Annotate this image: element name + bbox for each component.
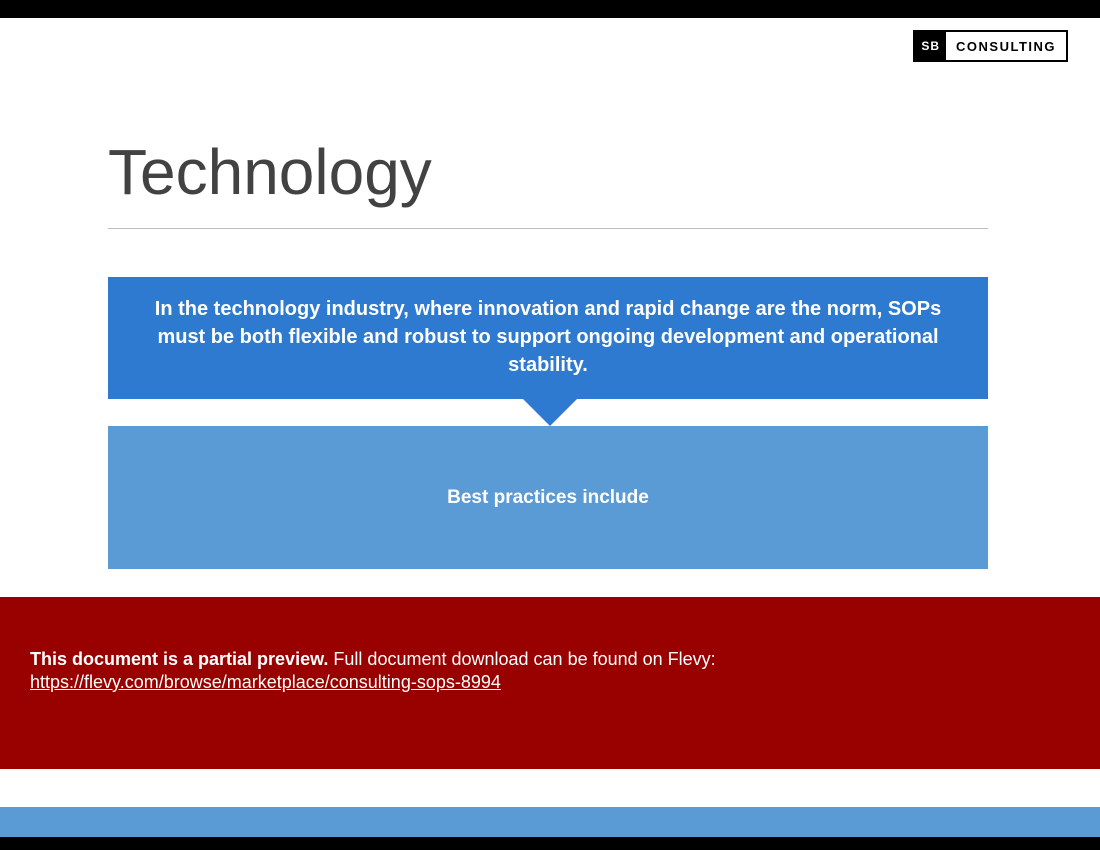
title-underline: [108, 228, 988, 229]
page-title: Technology: [108, 135, 432, 209]
preview-rest: Full document download can be found on F…: [328, 649, 715, 669]
practices-box: Best practices include: [108, 426, 988, 569]
footer-white: [0, 769, 1100, 807]
preview-link[interactable]: https://flevy.com/browse/marketplace/con…: [30, 672, 501, 693]
logo-text: CONSULTING: [946, 32, 1066, 60]
logo-badge: SB: [915, 32, 946, 60]
preview-banner: This document is a partial preview. Full…: [0, 597, 1100, 769]
footer-blue: [0, 807, 1100, 837]
preview-text: This document is a partial preview. Full…: [30, 649, 1070, 670]
arrow-down-icon: [520, 373, 580, 429]
logo: SB CONSULTING: [913, 30, 1068, 62]
footer-black: [0, 837, 1100, 850]
preview-bold: This document is a partial preview.: [30, 649, 328, 669]
top-bar: [0, 0, 1100, 18]
